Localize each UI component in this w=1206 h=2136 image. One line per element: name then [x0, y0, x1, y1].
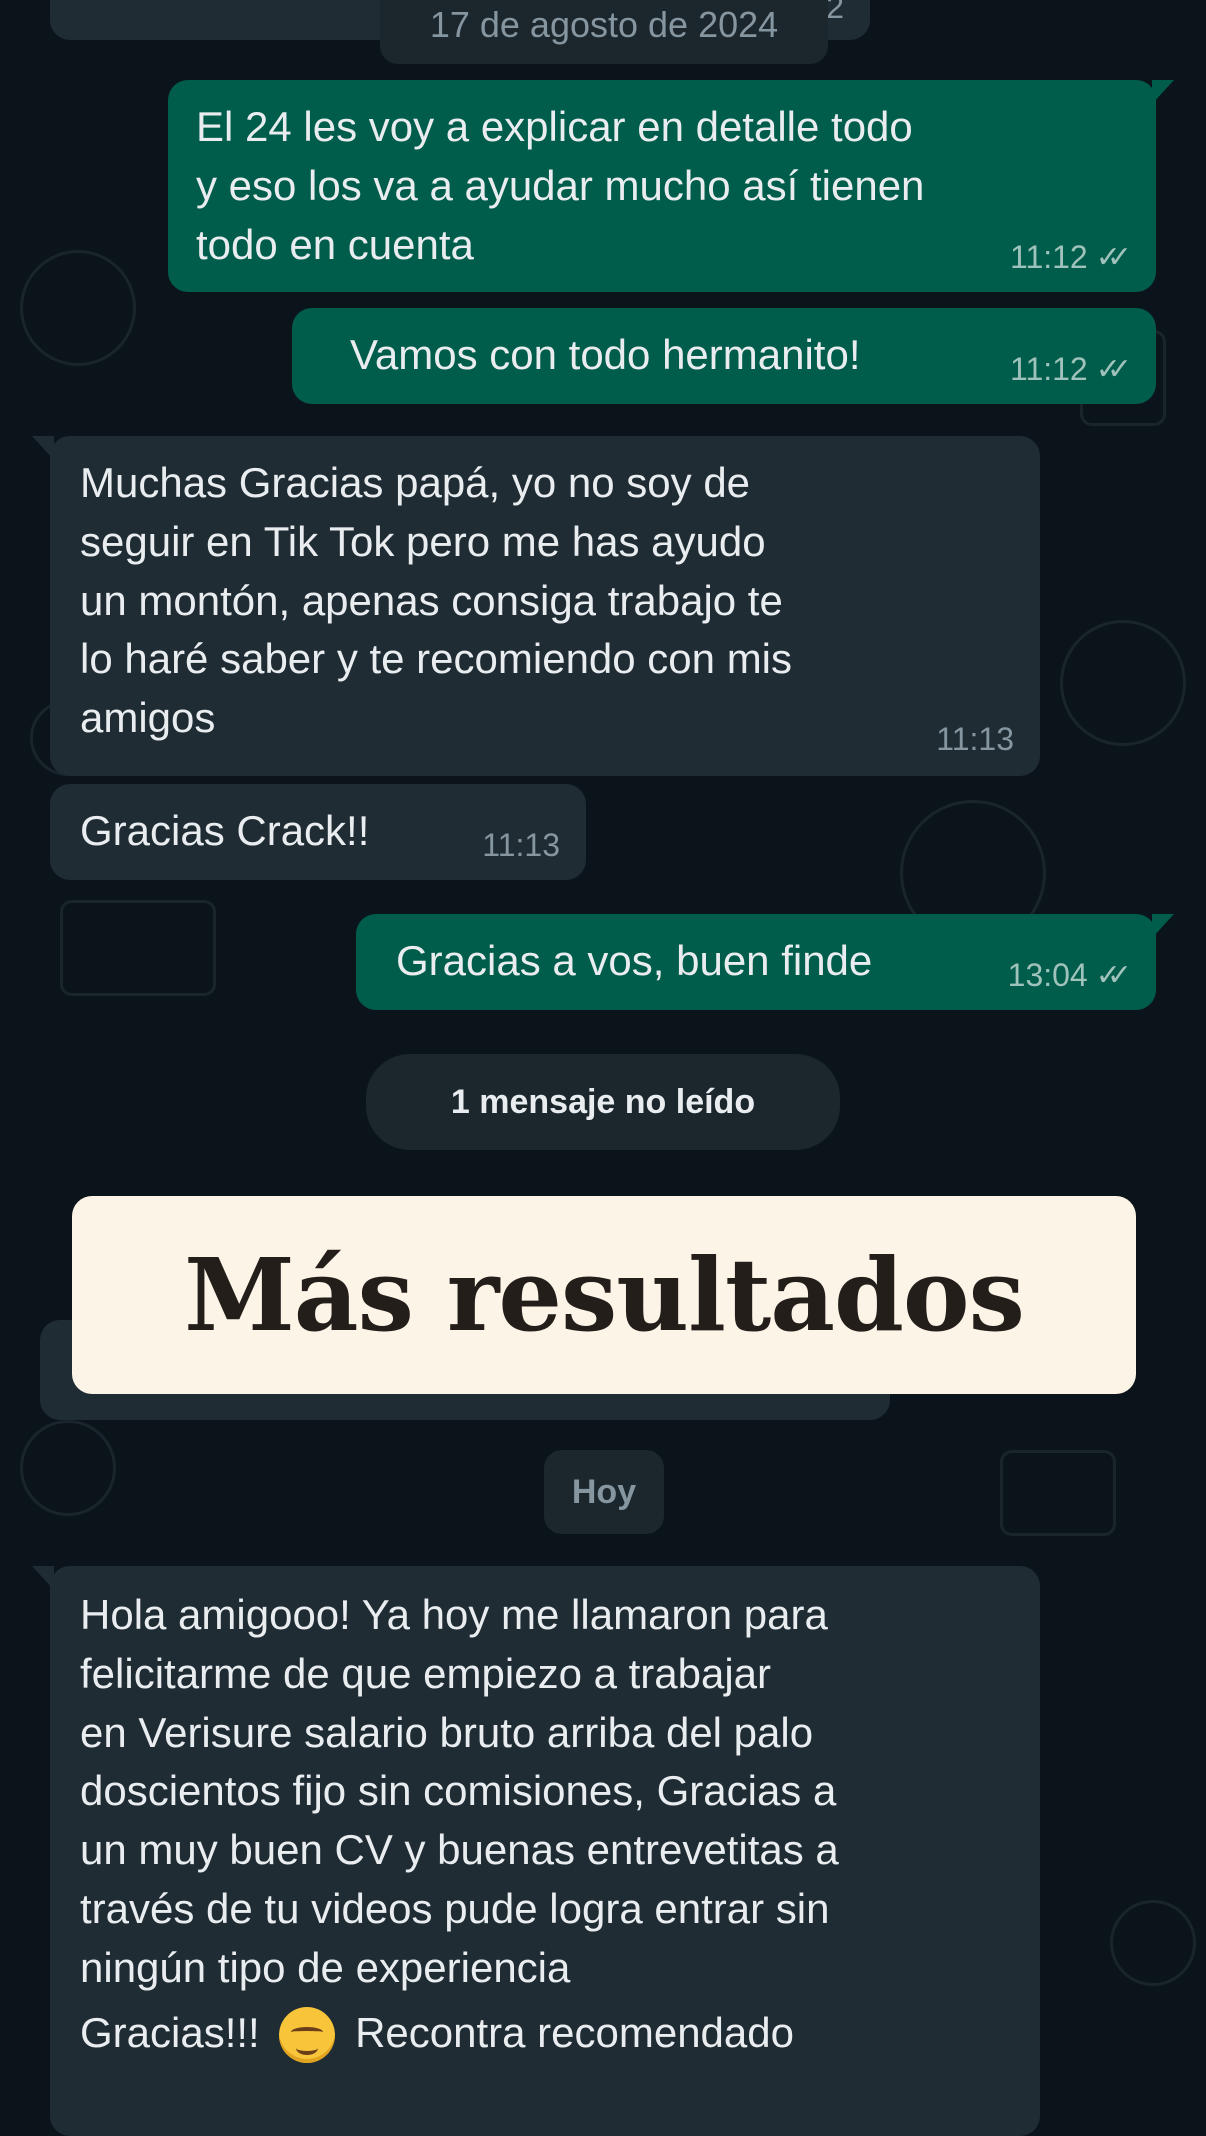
- message-meta: 13:04 ✓✓: [1008, 953, 1133, 998]
- incoming-message[interactable]: Gracias Crack!! 11:13: [50, 784, 586, 880]
- double-check-icon: ✓✓: [1095, 958, 1132, 992]
- outgoing-message[interactable]: Gracias a vos, buen finde 13:04 ✓✓: [356, 914, 1174, 1010]
- double-check-icon: ✓✓: [1095, 240, 1132, 274]
- incoming-message[interactable]: Hola amigooo! Ya hoy me llamaron para fe…: [32, 1566, 1040, 2136]
- message-meta: 11:12 ✓✓: [1010, 347, 1132, 392]
- outgoing-message[interactable]: El 24 les voy a explicar en detalle todo…: [168, 80, 1174, 292]
- unread-messages-banner: 1 mensaje no leído: [366, 1054, 840, 1150]
- message-meta: 11:13: [482, 827, 560, 864]
- outgoing-message[interactable]: Vamos con todo hermanito! 11:12 ✓✓: [292, 308, 1156, 404]
- message-text: Vamos con todo hermanito!: [350, 331, 861, 378]
- message-text: Hola amigooo! Ya hoy me llamaron para fe…: [80, 1591, 839, 1991]
- double-check-icon: ✓✓: [1095, 352, 1132, 386]
- message-closing-line: Gracias!!! Recontra recomendado: [80, 2004, 1012, 2064]
- message-text: Muchas Gracias papá, yo no soy de seguir…: [80, 459, 793, 742]
- day-chip: Hoy: [544, 1450, 664, 1534]
- message-meta: 11:12 ✓✓: [1010, 235, 1132, 280]
- message-text: El 24 les voy a explicar en detalle todo…: [196, 103, 925, 268]
- overlay-title-banner: Más resultados: [72, 1196, 1136, 1394]
- date-chip: 17 de agosto de 2024: [380, 0, 828, 64]
- relieved-face-icon: [279, 2007, 336, 2064]
- incoming-message[interactable]: Muchas Gracias papá, yo no soy de seguir…: [32, 436, 1040, 776]
- message-meta: 11:13: [936, 721, 1014, 758]
